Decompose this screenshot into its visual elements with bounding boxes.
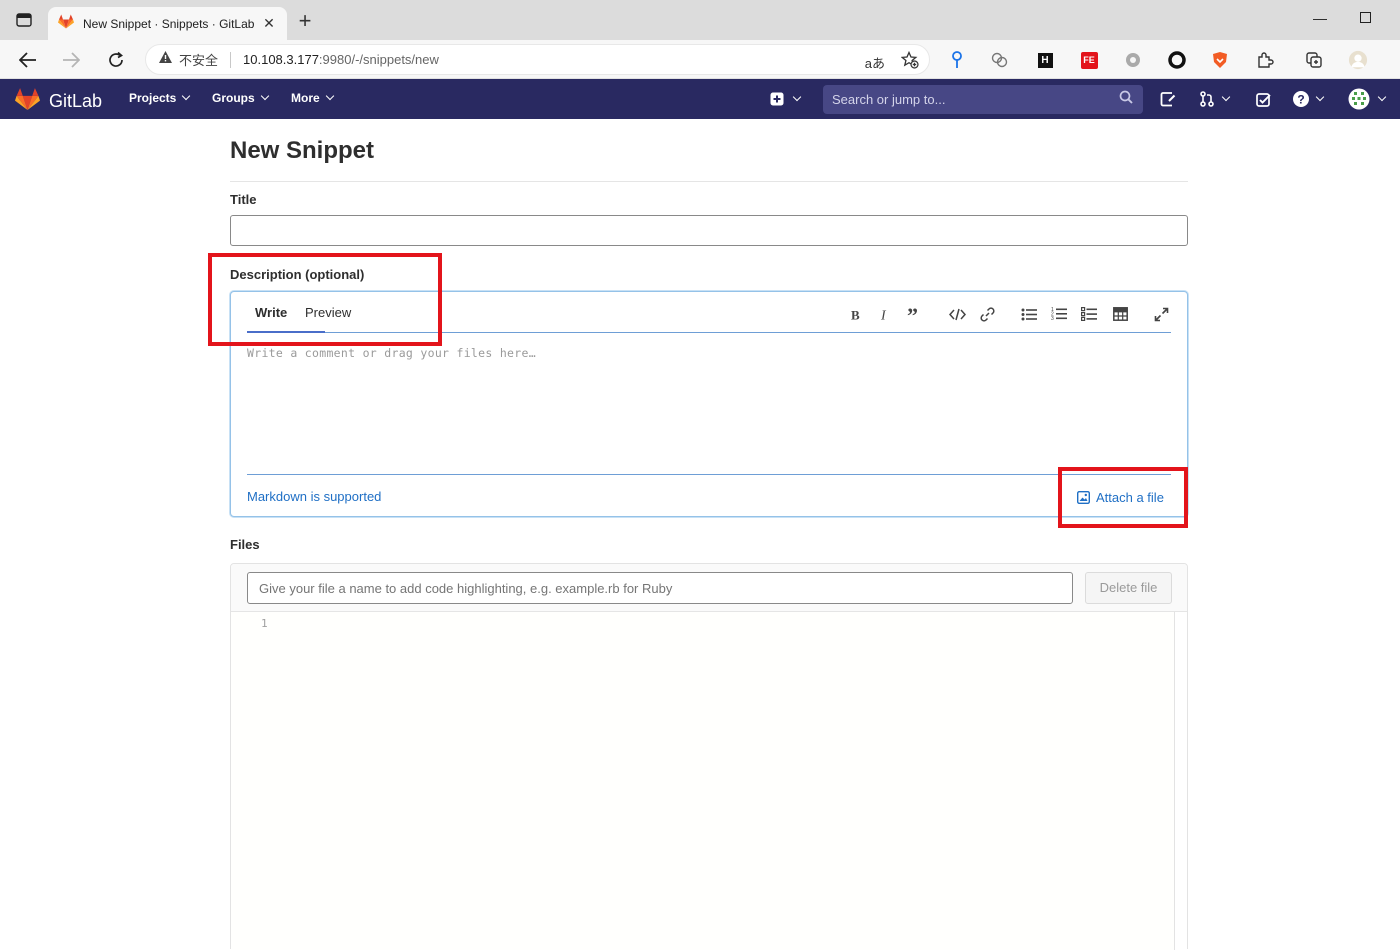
chevron-down-icon bbox=[1377, 92, 1387, 102]
gitlab-home-link[interactable]: GitLab bbox=[15, 87, 102, 116]
nav-more-label: More bbox=[291, 91, 320, 105]
chevron-down-icon bbox=[182, 91, 191, 101]
highlight-box-attach-file bbox=[1058, 467, 1188, 528]
description-textarea-placeholder[interactable]: Write a comment or drag your files here… bbox=[247, 346, 536, 360]
title-label: Title bbox=[230, 192, 257, 207]
todos-icon[interactable] bbox=[1256, 90, 1271, 108]
highlight-box-description-tabs bbox=[208, 253, 442, 346]
h-extension-icon[interactable]: H bbox=[1035, 50, 1055, 70]
warning-icon bbox=[158, 50, 173, 69]
svg-text:”: ” bbox=[907, 308, 918, 321]
gear-extension-icon[interactable] bbox=[1123, 50, 1143, 70]
address-divider bbox=[230, 51, 232, 68]
nav-more-dropdown[interactable]: More bbox=[291, 91, 334, 105]
gitlab-favicon-icon bbox=[58, 14, 74, 34]
fe-extension-icon[interactable]: FE bbox=[1079, 50, 1099, 70]
search-input[interactable]: Search or jump to... bbox=[823, 85, 1143, 114]
favorite-add-icon[interactable] bbox=[900, 50, 919, 74]
address-bar[interactable]: 不安全 10.108.3.177:9980/-/snippets/new aあ bbox=[145, 44, 930, 75]
numbered-list-icon[interactable]: 123 bbox=[1050, 306, 1068, 322]
help-icon: ? bbox=[1293, 91, 1309, 107]
help-dropdown[interactable]: ? bbox=[1292, 90, 1325, 108]
title-divider bbox=[230, 181, 1188, 182]
tab-close-icon[interactable]: ✕ bbox=[261, 15, 277, 32]
svg-text:?: ? bbox=[1297, 93, 1304, 107]
chevron-down-icon bbox=[1315, 92, 1325, 102]
user-menu-dropdown[interactable] bbox=[1348, 88, 1387, 110]
file-name-input[interactable] bbox=[247, 572, 1073, 604]
chevron-down-icon bbox=[325, 91, 334, 101]
browser-toolbar: 不安全 10.108.3.177:9980/-/snippets/new aあ … bbox=[0, 40, 1400, 79]
tab-title: New Snippet · Snippets · GitLab bbox=[83, 16, 255, 31]
tab-actions-icon[interactable] bbox=[6, 6, 42, 34]
file-editor-header: Delete file bbox=[231, 564, 1187, 612]
translate-icon[interactable]: aあ bbox=[865, 53, 885, 72]
bullet-list-icon[interactable] bbox=[1020, 306, 1038, 322]
nav-groups-label: Groups bbox=[212, 91, 255, 105]
merge-requests-dropdown[interactable] bbox=[1199, 90, 1231, 108]
code-icon[interactable] bbox=[948, 306, 966, 322]
line-number: 1 bbox=[261, 617, 268, 630]
back-icon[interactable] bbox=[15, 47, 41, 73]
link-icon[interactable] bbox=[978, 306, 996, 322]
file-editor-panel: Delete file 1 bbox=[230, 563, 1188, 950]
page-title: New Snippet bbox=[230, 137, 375, 164]
title-input[interactable] bbox=[230, 215, 1188, 246]
browser-tab-active[interactable]: New Snippet · Snippets · GitLab ✕ bbox=[48, 7, 287, 40]
maximize-icon[interactable] bbox=[1350, 10, 1380, 26]
delete-file-button[interactable]: Delete file bbox=[1085, 572, 1172, 604]
nav-groups-dropdown[interactable]: Groups bbox=[212, 91, 269, 105]
merge-request-icon bbox=[1200, 91, 1214, 107]
shield-extension-icon[interactable] bbox=[1210, 50, 1230, 70]
minimize-icon[interactable]: — bbox=[1305, 10, 1335, 26]
new-item-dropdown[interactable] bbox=[770, 90, 802, 108]
italic-icon[interactable]: I bbox=[876, 306, 894, 322]
url-path: :9980/-/snippets/new bbox=[318, 52, 439, 67]
insecure-label: 不安全 bbox=[179, 53, 219, 68]
nav-projects-label: Projects bbox=[129, 91, 177, 105]
markdown-supported-link[interactable]: Markdown is supported bbox=[247, 489, 381, 504]
plus-square-icon bbox=[770, 92, 784, 106]
search-icon bbox=[1119, 90, 1133, 109]
location-pin-extension-icon[interactable] bbox=[947, 50, 967, 70]
files-label: Files bbox=[230, 537, 260, 552]
browser-tabstrip: New Snippet · Snippets · GitLab ✕ + — bbox=[0, 0, 1400, 40]
new-tab-icon[interactable]: + bbox=[292, 9, 318, 35]
bold-icon[interactable]: B bbox=[847, 306, 865, 322]
svg-text:B: B bbox=[851, 308, 860, 321]
chevron-down-icon bbox=[260, 91, 269, 101]
gitlab-logo-text: GitLab bbox=[49, 91, 103, 111]
editor-footer-divider bbox=[247, 474, 1171, 475]
task-list-icon[interactable] bbox=[1080, 306, 1098, 322]
collections-icon[interactable] bbox=[1304, 50, 1324, 70]
circle-extension-icon[interactable] bbox=[1167, 50, 1187, 70]
nav-projects-dropdown[interactable]: Projects bbox=[129, 91, 191, 105]
svg-text:3: 3 bbox=[1051, 316, 1054, 321]
url-host: 10.108.3.177 bbox=[243, 52, 319, 67]
profile-avatar-icon[interactable] bbox=[1348, 50, 1368, 70]
user-avatar-icon bbox=[1348, 88, 1370, 110]
chevron-down-icon bbox=[792, 92, 802, 102]
issues-icon[interactable] bbox=[1160, 90, 1176, 108]
chevron-down-icon bbox=[1221, 92, 1231, 102]
url-text: 10.108.3.177:9980/-/snippets/new bbox=[243, 52, 439, 67]
shapes-extension-icon[interactable] bbox=[990, 50, 1010, 70]
extensions-puzzle-icon[interactable] bbox=[1255, 50, 1275, 70]
svg-text:I: I bbox=[880, 308, 887, 321]
quote-icon[interactable]: ” bbox=[906, 306, 924, 322]
code-editor[interactable]: 1 bbox=[231, 612, 1174, 950]
reload-icon[interactable] bbox=[103, 47, 129, 73]
fullscreen-icon[interactable] bbox=[1152, 306, 1170, 322]
gitlab-top-nav: GitLab Projects Groups More Search or ju… bbox=[0, 79, 1400, 119]
search-placeholder: Search or jump to... bbox=[832, 92, 946, 107]
code-editor-scrollbar[interactable] bbox=[1174, 612, 1187, 950]
table-icon[interactable] bbox=[1111, 306, 1129, 322]
gitlab-logo-icon bbox=[15, 87, 40, 116]
forward-icon[interactable] bbox=[58, 47, 84, 73]
